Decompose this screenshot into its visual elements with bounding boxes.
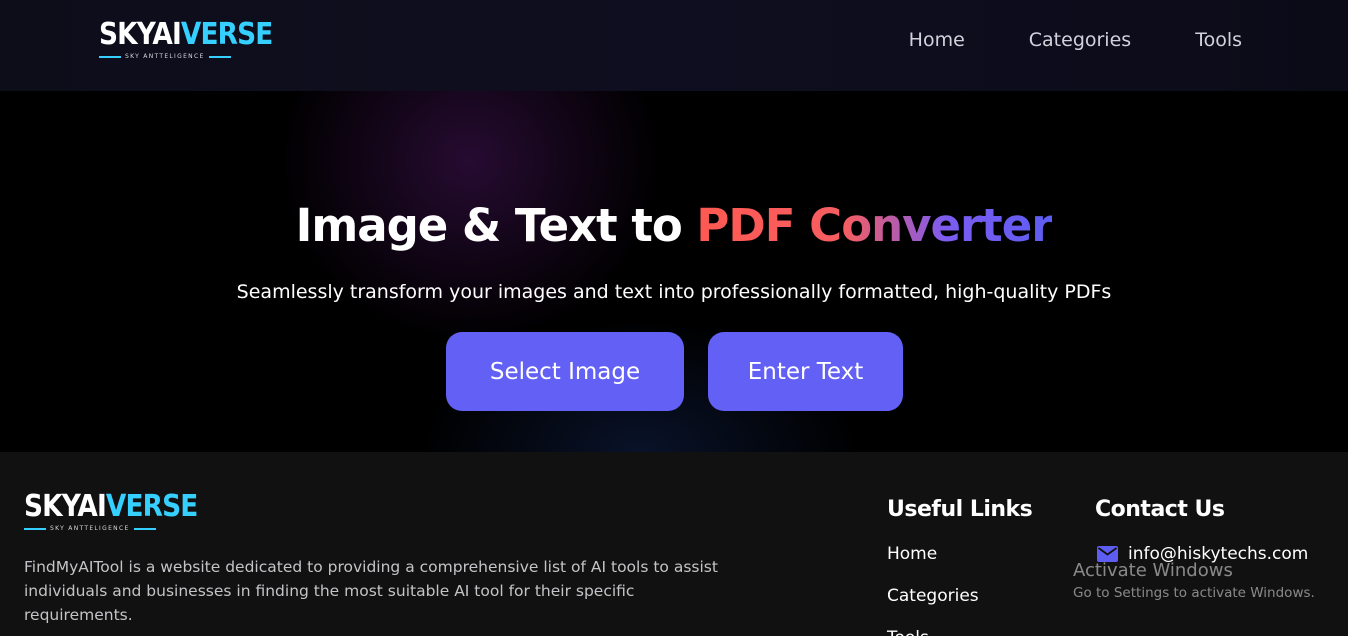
select-image-button[interactable]: Select Image bbox=[446, 332, 684, 411]
title-highlight: PDF Converter bbox=[696, 199, 1053, 252]
footer-link-tools[interactable]: Tools bbox=[887, 628, 929, 636]
logo-wordmark: SKYAIVERSE bbox=[99, 17, 273, 52]
footer-logo-wordmark: SKYAIVERSE bbox=[24, 489, 198, 524]
activate-windows-watermark: Activate Windows Go to Settings to activ… bbox=[1073, 560, 1315, 601]
hero-section: Image & Text to PDF Converter Seamlessly… bbox=[0, 91, 1348, 452]
watermark-subtitle: Go to Settings to activate Windows. bbox=[1073, 585, 1315, 601]
site-footer: SKYAIVERSE SKY ANTTELIGENCE FindMyAITool… bbox=[0, 452, 1348, 636]
footer-description: FindMyAITool is a website dedicated to p… bbox=[24, 558, 718, 624]
footer-link-home[interactable]: Home bbox=[887, 544, 937, 564]
logo-tagline: SKY ANTTELIGENCE bbox=[99, 53, 231, 60]
footer-logo-tagline: SKY ANTTELIGENCE bbox=[24, 525, 156, 532]
footer-link-categories[interactable]: Categories bbox=[887, 586, 979, 606]
nav-home[interactable]: Home bbox=[909, 29, 965, 51]
enter-text-button[interactable]: Enter Text bbox=[708, 332, 903, 411]
nav-tools[interactable]: Tools bbox=[1195, 29, 1242, 51]
page-title: Image & Text to PDF Converter bbox=[0, 199, 1348, 252]
header-logo[interactable]: SKYAIVERSE SKY ANTTELIGENCE bbox=[99, 17, 296, 61]
title-plain: Image & Text to bbox=[295, 199, 697, 252]
contact-us-heading: Contact Us bbox=[1095, 497, 1225, 525]
useful-links-heading: Useful Links bbox=[887, 497, 1033, 525]
watermark-title: Activate Windows bbox=[1073, 560, 1233, 581]
footer-logo[interactable]: SKYAIVERSE SKY ANTTELIGENCE bbox=[24, 489, 221, 533]
hero-subtitle: Seamlessly transform your images and tex… bbox=[236, 281, 1112, 303]
site-header: SKYAIVERSE SKY ANTTELIGENCE Home Categor… bbox=[0, 0, 1348, 91]
main-nav: Home Categories Tools bbox=[909, 29, 1242, 51]
nav-categories[interactable]: Categories bbox=[1029, 29, 1131, 51]
